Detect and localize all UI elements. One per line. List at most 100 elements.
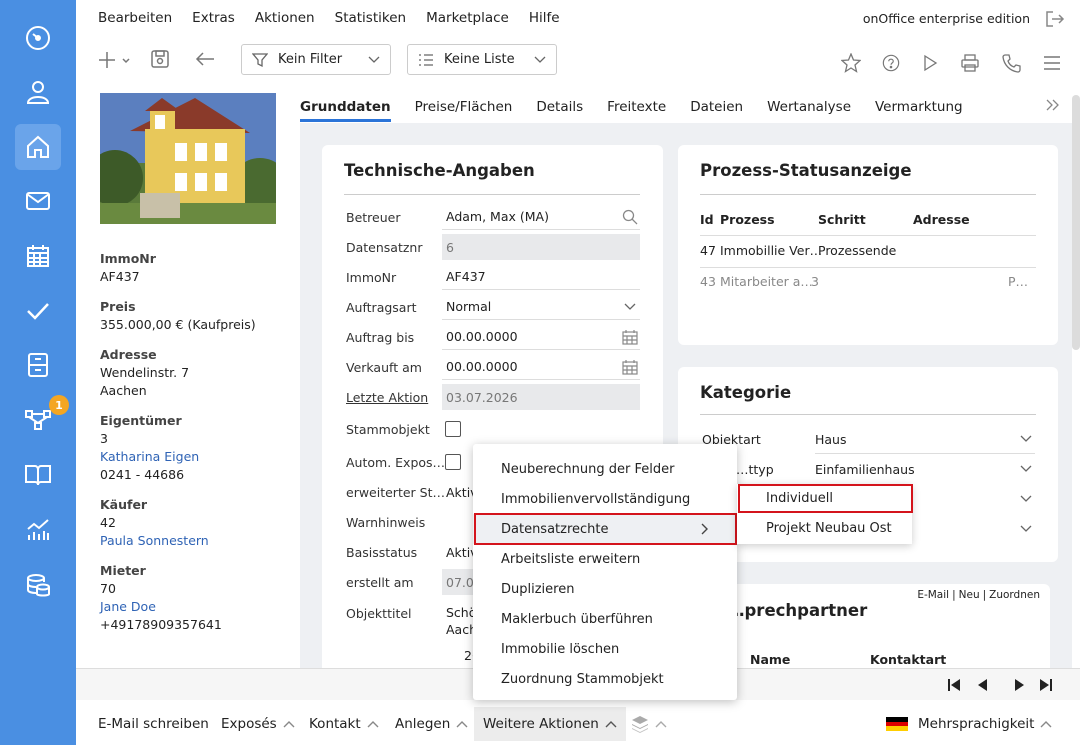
prev-page-icon[interactable] [976,679,988,691]
menu-item-vervollstaendigung[interactable]: Immobilienvervollständigung [473,484,737,514]
back-arrow-icon[interactable] [194,49,216,69]
auftrag-bis-field[interactable]: 00.00.0000 [442,324,640,350]
objektart-value[interactable]: Haus [815,432,847,447]
first-page-icon[interactable] [948,679,960,691]
chevron-down-icon[interactable] [1020,465,1032,473]
weitere-aktionen-label: Weitere Aktionen [483,716,599,732]
objekttyp-label: …ttyp [736,462,774,477]
immonr-field[interactable]: AF437 [442,264,640,290]
layers-button[interactable] [631,703,667,745]
autom-expose-checkbox[interactable] [445,454,461,470]
next-page-icon[interactable] [1014,679,1026,691]
col-name: Name [750,652,791,667]
database-icon[interactable] [15,562,61,608]
letzte-aktion-link[interactable]: Letzte Aktion [346,385,428,409]
statistics-icon[interactable] [15,506,61,552]
kontakt-button[interactable]: Kontakt [309,703,379,745]
zuordnen-link[interactable]: Zuordnen [989,589,1040,601]
dashboard-icon[interactable] [15,15,61,61]
submenu-item-projekt[interactable]: Projekt Neubau Ost [766,521,892,536]
chevron-down-icon[interactable] [1020,525,1032,533]
table-row[interactable]: 47 Immobillie Ver… Prozessende [700,243,1040,263]
print-icon[interactable] [960,53,980,73]
hamburger-icon[interactable] [1042,53,1062,73]
menu-item-neuberechnung[interactable]: Neuberechnung der Felder [473,454,737,484]
mieter-tel: +49178909357641 [100,617,222,632]
search-icon[interactable] [622,209,638,225]
scrollbar[interactable] [1072,95,1080,350]
ansprech-links: E-Mail | Neu | Zuordnen [917,589,1040,601]
calendar-icon[interactable] [622,329,638,345]
menu-statistiken[interactable]: Statistiken [335,10,406,26]
cabinet-icon[interactable] [15,342,61,388]
chevron-down-icon [534,56,546,63]
cell: P… [1008,274,1029,289]
email-link[interactable]: E-Mail [917,589,949,601]
preis-value: 355.000,00 € (Kaufpreis) [100,317,256,332]
calendar-icon[interactable] [15,233,61,279]
last-page-icon[interactable] [1040,679,1052,691]
verkauft-am-field[interactable]: 00.00.0000 [442,354,640,380]
tab-freitexte[interactable]: Freitexte [607,96,666,122]
book-icon[interactable] [15,452,61,498]
eigentuemer-link[interactable]: Katharina Eigen [100,448,290,466]
anlegen-button[interactable]: Anlegen [395,703,468,745]
tab-dateien[interactable]: Dateien [690,96,743,122]
weitere-aktionen-button[interactable]: Weitere Aktionen [474,707,626,741]
mehrsprachigkeit-button[interactable]: Mehrsprachigkeit [886,703,1052,745]
menu-item-arbeitsliste[interactable]: Arbeitsliste erweitern [473,544,737,574]
tab-preise[interactable]: Preise/Flächen [415,96,513,122]
email-schreiben-button[interactable]: E-Mail schreiben [98,703,209,745]
phone-icon[interactable] [1001,53,1021,73]
immonr-value: AF437 [100,269,140,284]
betreuer-field[interactable]: Adam, Max (MA) [442,204,640,230]
help-icon[interactable] [882,53,900,73]
filter-select[interactable]: Kein Filter [241,44,391,75]
list-select[interactable]: Keine Liste [407,44,557,75]
star-icon[interactable] [841,53,861,73]
mieter-link[interactable]: Jane Doe [100,598,290,616]
exposes-button[interactable]: Exposés [221,703,295,745]
tab-wertanalyse[interactable]: Wertanalyse [767,96,851,122]
objekttitel-value[interactable]: Schö [446,605,476,620]
tab-grunddaten[interactable]: Grunddaten [300,96,391,122]
tab-vermarktung[interactable]: Vermarktung [875,96,963,122]
menu-item-duplizieren[interactable]: Duplizieren [473,574,737,604]
menu-item-maklerbuch[interactable]: Maklerbuch überführen [473,604,737,634]
menu-bearbeiten[interactable]: Bearbeiten [98,10,172,26]
tab-details[interactable]: Details [536,96,583,122]
field-label: Auftrag bis [346,329,415,345]
mail-icon[interactable] [15,178,61,224]
menu-marketplace[interactable]: Marketplace [426,10,509,26]
adresse-strasse: Wendelinstr. 7 [100,365,190,380]
check-icon[interactable] [15,288,61,334]
auftragsart-select[interactable]: Normal [442,294,640,320]
menu-extras[interactable]: Extras [192,10,235,26]
save-icon[interactable] [150,49,170,69]
neu-link[interactable]: Neu [959,589,980,601]
play-icon[interactable] [921,53,939,73]
cell: Prozessende [818,243,897,258]
tabs-more-icon[interactable] [1046,99,1060,111]
immonr-label: ImmoNr [100,251,156,266]
logout-icon[interactable] [1045,10,1065,28]
person-icon[interactable] [15,69,61,115]
home-icon[interactable] [15,124,61,170]
calendar-icon[interactable] [622,359,638,375]
chevron-down-icon[interactable] [1020,495,1032,503]
menu-item-loeschen[interactable]: Immobilie löschen [473,634,737,664]
table-row[interactable]: 43 Mitarbeiter a… 3 P… [700,274,1040,294]
kaeufer-link[interactable]: Paula Sonnestern [100,532,290,550]
objekttyp-value[interactable]: Einfamilienhaus [815,462,915,477]
field-label: Auftragsart [346,299,417,315]
add-icon[interactable] [97,50,133,70]
menu-hilfe[interactable]: Hilfe [529,10,560,26]
tab-bar: Grunddaten Preise/Flächen Details Freite… [300,96,963,122]
chevron-down-icon[interactable] [1020,435,1032,443]
notification-badge: 1 [49,395,69,415]
stammobjekt-checkbox[interactable] [445,421,461,437]
anlegen-label: Anlegen [395,716,451,732]
cell: 43 [700,274,716,289]
menu-aktionen[interactable]: Aktionen [255,10,315,26]
menu-item-stammobjekt[interactable]: Zuordnung Stammobjekt [473,664,737,694]
